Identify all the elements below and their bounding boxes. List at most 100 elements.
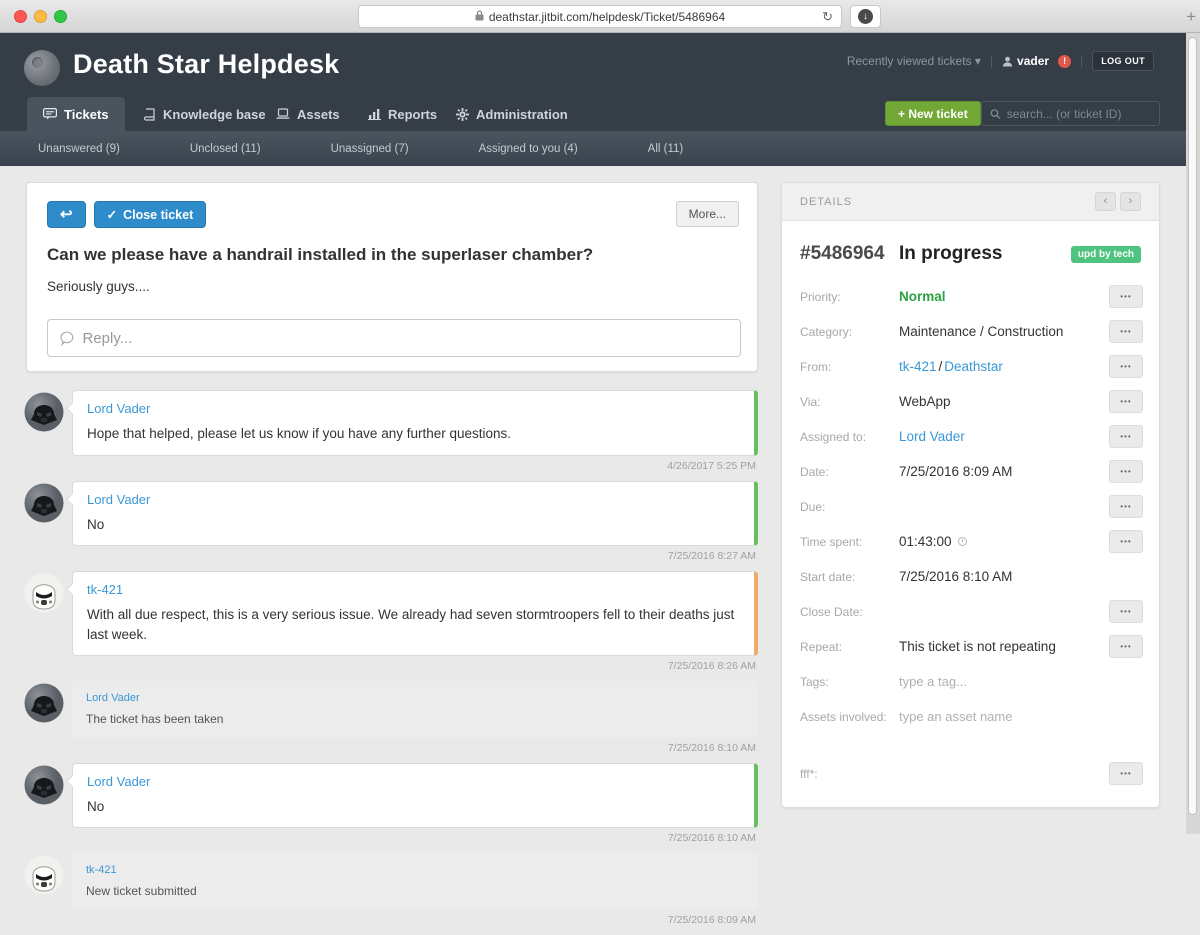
details-row: Start date:7/25/2016 8:10 AM [800,559,1143,594]
message-author-link[interactable]: Lord Vader [87,401,150,416]
field-label: Repeat: [800,640,899,654]
field-menu-button[interactable]: ••• [1109,762,1143,785]
details-row: Assigned to:Lord Vader ••• [800,419,1143,454]
message-author-link[interactable]: Lord Vader [86,692,140,704]
field-value-link[interactable]: Deathstar [944,359,1003,374]
person-icon [1002,56,1013,67]
field-text: Maintenance / Construction [899,324,1063,339]
field-label: Start date: [800,570,899,584]
vader-avatar [24,392,64,432]
close-ticket-button[interactable]: ✓Close ticket [94,201,207,228]
new-tab-plus-icon[interactable]: + [1186,7,1196,27]
tab-assets[interactable]: Assets [260,97,356,131]
field-menu-button[interactable]: ••• [1109,495,1143,518]
field-menu-button[interactable]: ••• [1109,530,1143,553]
recently-viewed-dropdown[interactable]: Recently viewed tickets ▾ [847,54,981,68]
field-menu-button[interactable]: ••• [1109,355,1143,378]
field-label: Tags: [800,675,899,689]
field-menu-button[interactable]: ••• [1109,320,1143,343]
field-menu-button[interactable]: ••• [1109,390,1143,413]
logout-button[interactable]: LOG OUT [1092,51,1154,71]
message-row: Lord Vader No 7/25/2016 8:10 AM [24,763,758,854]
field-value: 7/25/2016 8:09 AM [899,464,1109,479]
more-button[interactable]: More... [676,201,739,227]
stormtrooper-avatar [24,855,64,895]
reply-button[interactable]: ↩ [47,201,86,228]
scrollbar-thumb[interactable] [1188,37,1197,815]
ticket-number: #5486964 [800,243,899,265]
filter-unanswered[interactable]: Unanswered (9) [38,143,120,155]
reload-icon[interactable]: ↻ [822,9,833,25]
alert-badge[interactable]: ! [1058,55,1071,68]
details-row: Repeat:This ticket is not repeating••• [800,629,1143,664]
reply-box[interactable] [47,319,741,357]
bar-chart-icon [368,108,381,120]
gear-icon [456,108,469,121]
close-window-button[interactable] [14,10,27,23]
tab-administration[interactable]: Administration [440,97,584,131]
field-label: Due: [800,500,899,514]
next-ticket-button[interactable]: › [1120,192,1141,211]
prev-ticket-button[interactable]: ‹ [1095,192,1116,211]
main-nav: Tickets Knowledge base Assets Reports Ad… [0,97,1186,131]
field-label: Assigned to: [800,430,899,444]
field-label: Date: [800,465,899,479]
field-value: type an asset name [899,709,1143,724]
filter-unassigned[interactable]: Unassigned (7) [331,143,409,155]
address-bar[interactable]: deathstar.jitbit.com/helpdesk/Ticket/548… [358,5,842,28]
message-author-link[interactable]: tk-421 [87,582,123,597]
message-text: No [87,797,740,817]
death-star-logo [24,50,60,86]
field-menu-button[interactable]: ••• [1109,635,1143,658]
field-menu-button[interactable]: ••• [1109,460,1143,483]
tab-tickets[interactable]: Tickets [27,97,125,131]
new-ticket-button[interactable]: + New ticket [885,101,981,126]
field-menu-button[interactable]: ••• [1109,285,1143,308]
field-menu-button[interactable]: ••• [1109,600,1143,623]
separator: | [990,54,993,68]
maximize-window-button[interactable] [54,10,67,23]
filter-all[interactable]: All (11) [648,143,684,155]
details-row: Via:WebApp••• [800,384,1143,419]
field-value: WebApp [899,394,1109,409]
tab-reports[interactable]: Reports [352,97,453,131]
lock-icon [475,10,484,24]
message-row: tk-421With all due respect, this is a ve… [24,571,758,681]
system-message: Lord VaderThe ticket has been taken [72,681,758,737]
tab-knowledge-base[interactable]: Knowledge base [128,97,282,131]
field-menu-button[interactable]: ••• [1109,425,1143,448]
details-panel: DETAILS ‹ › #5486964 In progress upd by … [781,182,1160,808]
page-scrollbar[interactable] [1186,33,1200,834]
details-row: Tags:type a tag... [800,664,1143,699]
current-user[interactable]: vader [1002,54,1049,68]
vader-avatar [24,483,64,523]
search-box[interactable] [981,101,1160,126]
message-bubble: Lord VaderHope that helped, please let u… [72,390,758,456]
separator: | [1080,54,1083,68]
search-input[interactable] [1007,107,1151,121]
message-text: New ticket submitted [86,883,744,900]
field-value-link[interactable]: Lord Vader [899,429,965,444]
field-value: This ticket is not repeating [899,639,1109,654]
message-author-link[interactable]: tk-421 [86,864,117,876]
field-label: Via: [800,395,899,409]
message-timestamp: 7/25/2016 8:09 AM [72,914,756,926]
field-label: Priority: [800,290,899,304]
message-timestamp: 7/25/2016 8:10 AM [72,832,756,844]
filter-unclosed[interactable]: Unclosed (11) [190,143,261,155]
download-button[interactable]: ↓ [850,5,881,28]
reply-input[interactable] [83,330,729,347]
minimize-window-button[interactable] [34,10,47,23]
priority-value: Normal [899,289,946,304]
ticket-title: Can we please have a handrail installed … [47,245,737,265]
field-value-link[interactable]: tk-421 [899,359,937,374]
message-author-link[interactable]: Lord Vader [87,774,150,789]
filter-assigned-to-you[interactable]: Assigned to you (4) [479,143,578,155]
field-placeholder[interactable]: type an asset name [899,709,1012,724]
laptop-icon [276,108,290,120]
message-timestamp: 7/25/2016 8:26 AM [72,660,756,672]
message-timestamp: 7/25/2016 8:10 AM [72,742,756,754]
message-author-link[interactable]: Lord Vader [87,492,150,507]
message-bubble: Lord Vader No [72,763,758,829]
field-placeholder[interactable]: type a tag... [899,674,967,689]
